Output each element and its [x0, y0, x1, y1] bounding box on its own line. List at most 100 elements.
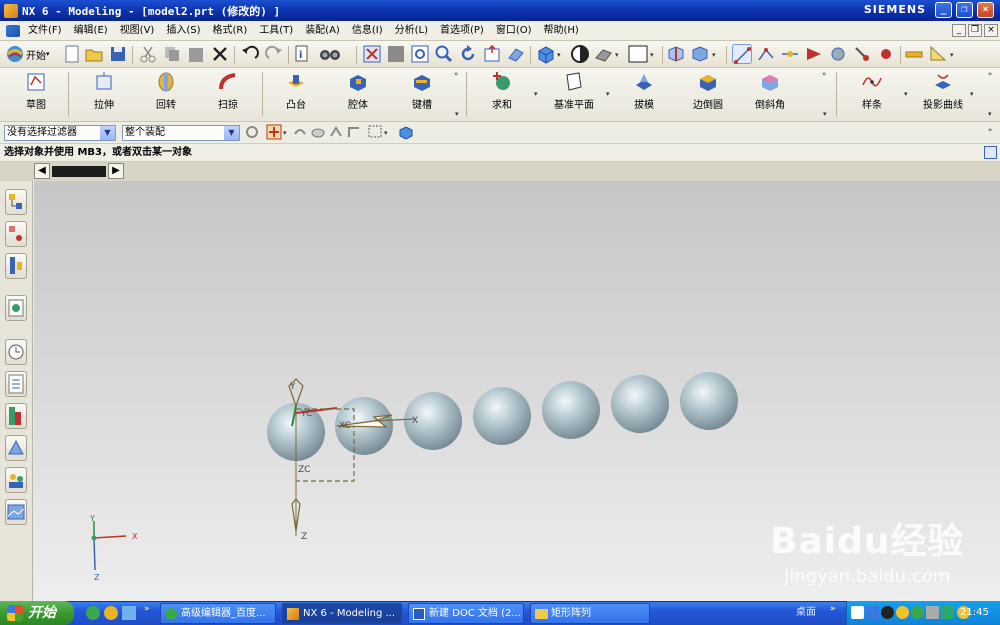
binoculars-icon[interactable] [318, 44, 348, 64]
tray-qq-icon[interactable] [881, 606, 894, 619]
menu-file[interactable]: 文件(F) [22, 22, 68, 40]
feature-group-menu-icon[interactable]: ▾ [455, 110, 459, 118]
part-navigator-icon[interactable] [5, 253, 27, 279]
menu-tools[interactable]: 工具(T) [253, 22, 299, 40]
start-menu-button[interactable]: 开始 ▾ [6, 44, 58, 64]
measure-distance-icon[interactable] [904, 44, 924, 64]
delete-icon[interactable] [210, 44, 230, 64]
information-icon[interactable]: i [292, 44, 312, 64]
start-button[interactable]: 开始 [0, 601, 74, 625]
curve-menu-icon[interactable]: ▾ [988, 110, 992, 118]
pocket-button[interactable]: 腔体 [342, 71, 374, 111]
filter-settings-icon[interactable] [244, 124, 260, 140]
undo-icon[interactable] [240, 44, 260, 64]
menu-help[interactable]: 帮助(H) [538, 22, 585, 40]
selection-scope-dropdown[interactable]: 整个装配 ▼ [122, 125, 240, 141]
background-color-icon[interactable]: ▾ [628, 44, 658, 64]
snap-intersection-icon[interactable] [828, 44, 848, 64]
tray-shield-icon[interactable] [941, 606, 954, 619]
spline-dropdown-icon[interactable]: ▾ [904, 90, 908, 98]
save-icon[interactable] [108, 44, 128, 64]
scroll-right-button[interactable]: ▶ [108, 163, 124, 179]
paste-icon[interactable] [186, 44, 206, 64]
new-file-icon[interactable] [62, 44, 82, 64]
toolbar-overflow-icon[interactable]: » [830, 604, 836, 614]
boss-button[interactable]: 凸台 [280, 71, 312, 111]
quicklaunch-desktop-icon[interactable] [122, 606, 136, 620]
minimize-button[interactable]: _ [935, 2, 952, 18]
desktop-toolbar-label[interactable]: 桌面 [796, 601, 816, 625]
slot-button[interactable]: 键槽 [406, 71, 438, 111]
tray-network-icon[interactable] [851, 606, 864, 619]
reuse-library-icon[interactable] [5, 295, 27, 321]
deselect-all-icon[interactable] [398, 124, 414, 140]
select-point-icon[interactable] [732, 44, 752, 64]
tray-security-icon[interactable] [911, 606, 924, 619]
menu-insert[interactable]: 插入(S) [160, 22, 206, 40]
datum-dropdown-icon[interactable]: ▾ [606, 90, 610, 98]
full-screen-icon[interactable] [984, 146, 997, 159]
draft-button[interactable]: 拔模 [628, 71, 660, 111]
section-view-icon[interactable] [666, 44, 686, 64]
revolve-button[interactable]: 回转 [150, 71, 182, 111]
mdi-restore-button[interactable]: ❐ [968, 24, 982, 37]
zoom-area-icon[interactable] [410, 44, 430, 64]
feature-operation-menu-icon[interactable]: ▾ [823, 110, 827, 118]
project-curve-dropdown-icon[interactable]: ▾ [970, 90, 974, 98]
taskbar-item-nx[interactable]: NX 6 - Modeling ... [282, 603, 402, 624]
taskbar-item-word[interactable]: 新建 DOC 文档 (2... [408, 603, 524, 624]
curve-overflow-icon[interactable]: » [988, 70, 992, 78]
fit-view-icon[interactable] [362, 44, 382, 64]
shaded-display-icon[interactable] [570, 44, 590, 64]
project-curve-button[interactable]: 投影曲线 [922, 71, 964, 111]
feature-operation-overflow-icon[interactable]: » [822, 70, 826, 78]
tray-volume-icon[interactable] [926, 606, 939, 619]
extrude-button[interactable]: 拉伸 [88, 71, 120, 111]
snap-quadrant-icon[interactable] [852, 44, 872, 64]
sphere-5[interactable] [542, 381, 600, 439]
clip-section-icon[interactable]: ▾ [690, 44, 720, 64]
menu-view[interactable]: 视图(V) [114, 22, 161, 40]
process-studio-icon[interactable] [5, 435, 27, 461]
rotate-icon[interactable] [458, 44, 478, 64]
mdi-minimize-button[interactable]: _ [952, 24, 966, 37]
menu-window[interactable]: 窗口(O) [490, 22, 538, 40]
tray-emoji-icon[interactable] [896, 606, 909, 619]
quicklaunch-overflow-icon[interactable]: » [144, 604, 150, 614]
menu-preferences[interactable]: 首选项(P) [434, 22, 490, 40]
mdi-close-button[interactable]: × [984, 24, 998, 37]
unite-button[interactable]: 求和 [486, 71, 518, 111]
assembly-navigator-icon[interactable] [5, 189, 27, 215]
restore-button[interactable]: ❐ [956, 2, 973, 18]
quicklaunch-media-icon[interactable] [104, 606, 118, 620]
select-body-icon[interactable] [310, 124, 326, 140]
snap-point-menu-icon[interactable]: ▾ [266, 124, 290, 140]
select-feature-icon[interactable] [328, 124, 344, 140]
select-face-icon[interactable] [292, 124, 308, 140]
copy-icon[interactable] [162, 44, 182, 64]
type-filter-dropdown[interactable]: 没有选择过滤器 ▼ [4, 125, 116, 141]
pan-view-icon[interactable] [482, 44, 502, 64]
history-clock-icon[interactable] [5, 339, 27, 365]
menu-analysis[interactable]: 分析(L) [389, 22, 434, 40]
sketch-button[interactable]: 草图 [20, 71, 52, 111]
snap-endpoint-icon[interactable] [756, 44, 776, 64]
system-scene-icon[interactable] [5, 499, 27, 525]
menu-edit[interactable]: 编辑(E) [68, 22, 114, 40]
sphere-4[interactable] [473, 387, 531, 445]
edge-blend-button[interactable]: 边倒圆 [690, 71, 726, 111]
scroll-left-button[interactable]: ◀ [34, 163, 50, 179]
close-button[interactable]: × [977, 2, 994, 18]
visualization-palette-icon[interactable] [5, 403, 27, 429]
constraint-navigator-icon[interactable] [5, 221, 27, 247]
select-curve-icon[interactable] [346, 124, 362, 140]
snap-existing-point-icon[interactable] [876, 44, 896, 64]
datum-plane-button[interactable]: 基准平面 [552, 71, 596, 111]
measure-angle-icon[interactable]: ▾ [928, 44, 958, 64]
spline-button[interactable]: 样条 [856, 71, 888, 111]
edge-display-icon[interactable]: ▾ [594, 44, 624, 64]
tray-display-icon[interactable] [866, 606, 879, 619]
orient-view-icon[interactable]: ▾ [536, 44, 566, 64]
perspective-icon[interactable] [506, 44, 526, 64]
menu-assembly[interactable]: 装配(A) [299, 22, 346, 40]
